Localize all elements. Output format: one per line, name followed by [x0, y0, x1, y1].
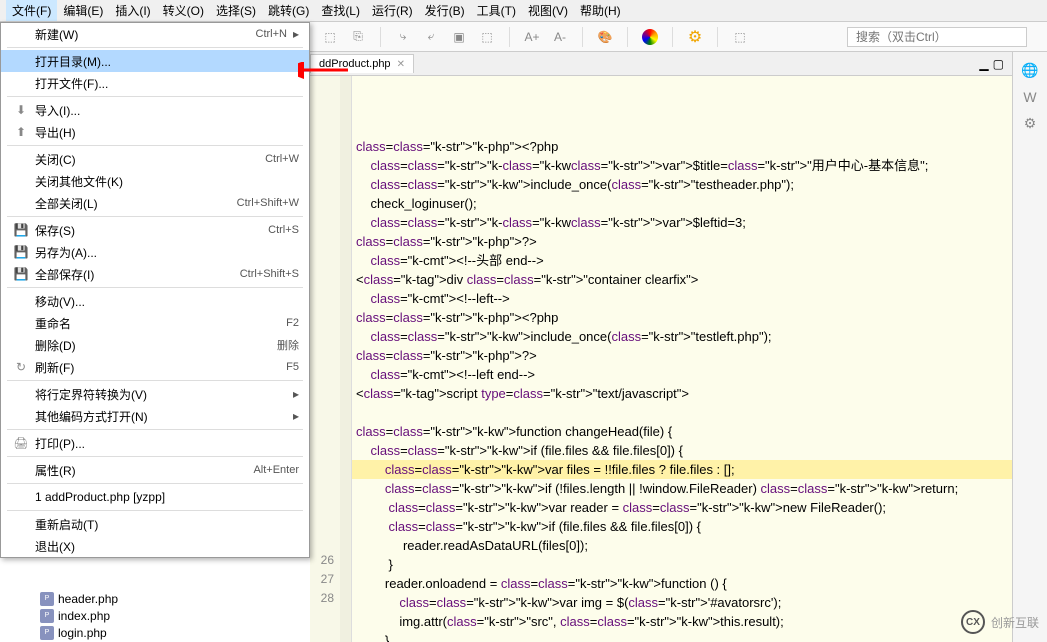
- tab-close-icon[interactable]: ✕: [397, 59, 405, 70]
- right-label: W: [1023, 89, 1036, 105]
- export-icon: ⬆: [11, 125, 31, 139]
- menu-properties[interactable]: 属性(R) Alt+Enter: [1, 459, 309, 481]
- print-icon: 🖨: [11, 436, 31, 450]
- php-file-icon: P: [40, 592, 54, 606]
- tool-icon-2[interactable]: ⎘: [348, 27, 368, 47]
- search-input[interactable]: [847, 27, 1027, 47]
- gear-icon[interactable]: ⚙: [685, 27, 705, 47]
- menu-view[interactable]: 视图(V): [522, 0, 574, 21]
- menu-exit[interactable]: 退出(X): [1, 535, 309, 557]
- menu-move[interactable]: 移动(V)...: [1, 290, 309, 312]
- annotation-arrow: [298, 62, 358, 82]
- minimize-icon[interactable]: ▁: [979, 57, 988, 71]
- file-item[interactable]: Plogin.php: [40, 624, 118, 641]
- menu-publish[interactable]: 发行(B): [419, 0, 471, 21]
- menu-import[interactable]: ⬇ 导入(I)...: [1, 99, 309, 121]
- file-item[interactable]: Pheader.php: [40, 590, 118, 607]
- tool-icon-last[interactable]: ⬚: [730, 27, 750, 47]
- menu-help[interactable]: 帮助(H): [574, 0, 627, 21]
- import-icon: ⬇: [11, 103, 31, 117]
- menu-open-file[interactable]: 打开文件(F)...: [1, 72, 309, 94]
- tool-icon-6[interactable]: ⬚: [477, 27, 497, 47]
- menu-close-others[interactable]: 关闭其他文件(K): [1, 170, 309, 192]
- tool-icon-4[interactable]: ⤶: [421, 27, 441, 47]
- palette-icon[interactable]: 🎨: [595, 27, 615, 47]
- menu-tools[interactable]: 工具(T): [471, 0, 522, 21]
- menu-rename[interactable]: 重命名 F2: [1, 312, 309, 334]
- menu-goto[interactable]: 跳转(G): [262, 0, 315, 21]
- font-increase-icon[interactable]: A+: [522, 27, 542, 47]
- menu-new[interactable]: 新建(W) Ctrl+N ▸: [1, 23, 309, 45]
- settings-icon[interactable]: ⚙: [1024, 115, 1037, 132]
- menu-line-delimiters[interactable]: 将行定界符转换为(V) ▸: [1, 383, 309, 405]
- globe-icon[interactable]: 🌐: [1021, 62, 1038, 79]
- menu-close-all[interactable]: 全部关闭(L) Ctrl+Shift+W: [1, 192, 309, 214]
- menu-delete[interactable]: 删除(D) 删除: [1, 334, 309, 356]
- menu-refresh[interactable]: ↻ 刷新(F) F5: [1, 356, 309, 378]
- maximize-icon[interactable]: ▢: [993, 57, 1004, 71]
- font-decrease-icon[interactable]: A-: [550, 27, 570, 47]
- rainbow-icon[interactable]: [640, 27, 660, 47]
- menu-file[interactable]: 文件(F): [6, 0, 57, 21]
- php-file-icon: P: [40, 609, 54, 623]
- menu-select[interactable]: 选择(S): [210, 0, 262, 21]
- tool-icon-1[interactable]: ⬚: [320, 27, 340, 47]
- tool-icon-5[interactable]: ▣: [449, 27, 469, 47]
- menu-run[interactable]: 运行(R): [366, 0, 419, 21]
- menu-save[interactable]: 💾 保存(S) Ctrl+S: [1, 219, 309, 241]
- menu-save-all[interactable]: 💾 全部保存(I) Ctrl+Shift+S: [1, 263, 309, 285]
- right-panel: 🌐 W ⚙: [1012, 52, 1047, 642]
- file-dropdown: 新建(W) Ctrl+N ▸ 打开目录(M)... 打开文件(F)... ⬇ 导…: [0, 22, 310, 558]
- tab-controls: ▁ ▢: [979, 57, 1004, 71]
- menu-insert[interactable]: 插入(I): [109, 0, 156, 21]
- menu-open-directory[interactable]: 打开目录(M)...: [1, 50, 309, 72]
- menu-export[interactable]: ⬆ 导出(H): [1, 121, 309, 143]
- save-icon: 💾: [11, 223, 31, 237]
- menu-restart[interactable]: 重新启动(T): [1, 513, 309, 535]
- menu-close[interactable]: 关闭(C) Ctrl+W: [1, 148, 309, 170]
- menu-print[interactable]: 🖨 打印(P)...: [1, 432, 309, 454]
- watermark-text: 创新互联: [991, 614, 1039, 631]
- menu-edit[interactable]: 编辑(E): [57, 0, 109, 21]
- save-all-icon: 💾: [11, 267, 31, 281]
- line-numbers: 262728: [310, 76, 340, 642]
- menu-save-as[interactable]: 💾 另存为(A)...: [1, 241, 309, 263]
- watermark: CX 创新互联: [961, 610, 1039, 634]
- save-as-icon: 💾: [11, 245, 31, 259]
- menu-find[interactable]: 查找(L): [315, 0, 366, 21]
- watermark-logo-icon: CX: [961, 610, 985, 634]
- menubar: 文件(F) 编辑(E) 插入(I) 转义(O) 选择(S) 跳转(G) 查找(L…: [0, 0, 1047, 22]
- menu-escape[interactable]: 转义(O): [157, 0, 210, 21]
- refresh-icon: ↻: [11, 360, 31, 374]
- tool-icon-3[interactable]: ⤷: [393, 27, 413, 47]
- menu-encoding[interactable]: 其他编码方式打开(N) ▸: [1, 405, 309, 427]
- file-item[interactable]: Pindex.php: [40, 607, 118, 624]
- code-editor[interactable]: class=class="k-str">"k-php"><?php class=…: [352, 76, 1012, 642]
- php-file-icon: P: [40, 626, 54, 640]
- menu-recent-file[interactable]: 1 addProduct.php [yzpp]: [1, 486, 309, 508]
- file-tree: Pheader.php Pindex.php Plogin.php: [40, 590, 118, 641]
